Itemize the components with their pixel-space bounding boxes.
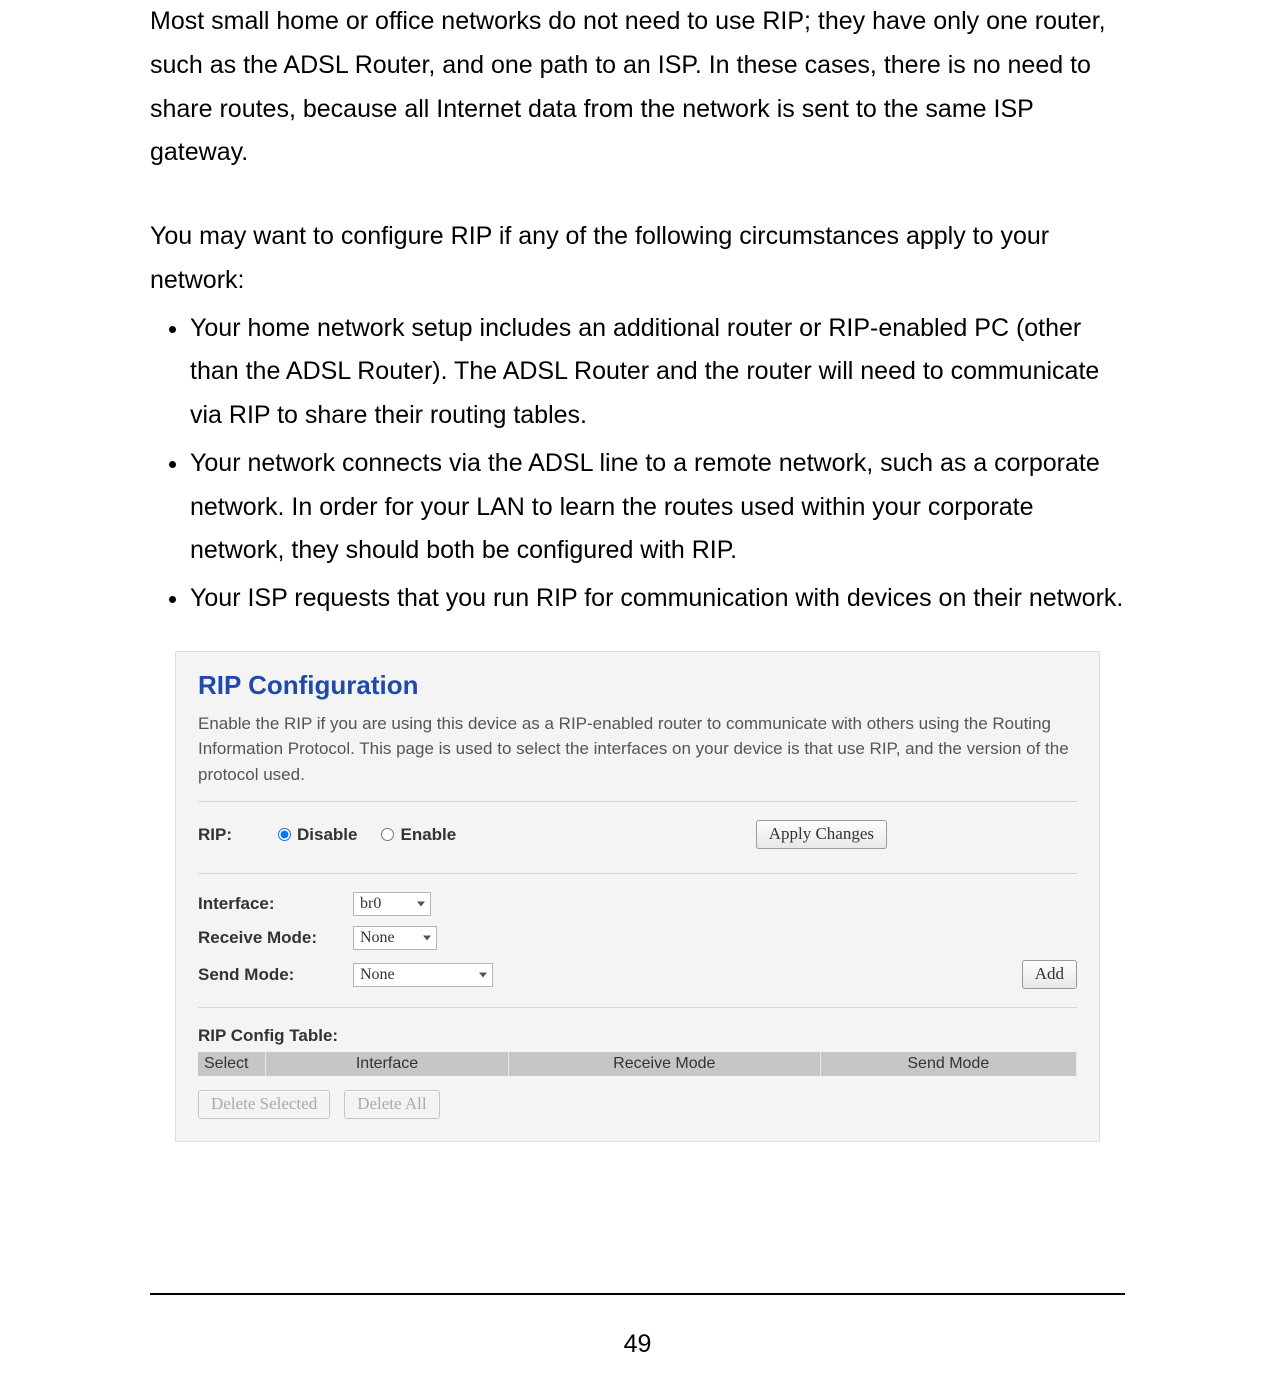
- rip-label: RIP:: [198, 825, 278, 845]
- divider: [198, 801, 1077, 802]
- receive-mode-label: Receive Mode:: [198, 928, 353, 948]
- rip-enable-radio[interactable]: [381, 828, 394, 841]
- col-receive-mode: Receive Mode: [509, 1052, 821, 1076]
- interface-select-value: br0: [360, 895, 381, 913]
- col-interface: Interface: [266, 1052, 509, 1076]
- apply-changes-button[interactable]: Apply Changes: [756, 820, 887, 849]
- col-send-mode: Send Mode: [820, 1052, 1076, 1076]
- rip-config-table: Select Interface Receive Mode Send Mode: [198, 1052, 1077, 1076]
- add-button[interactable]: Add: [1022, 960, 1077, 989]
- bullet-item: Your network connects via the ADSL line …: [190, 442, 1125, 573]
- divider: [198, 873, 1077, 874]
- chevron-down-icon: [423, 936, 431, 941]
- rip-disable-label: Disable: [297, 825, 357, 845]
- page-footer: 49: [150, 1293, 1125, 1359]
- send-mode-select[interactable]: None: [353, 963, 493, 987]
- divider: [198, 1007, 1077, 1008]
- rip-enable-label: Enable: [400, 825, 456, 845]
- chevron-down-icon: [479, 972, 487, 977]
- footer-rule: [150, 1293, 1125, 1295]
- bullet-list: Your home network setup includes an addi…: [150, 307, 1125, 621]
- delete-selected-button[interactable]: Delete Selected: [198, 1090, 330, 1119]
- bullet-item: Your ISP requests that you run RIP for c…: [190, 577, 1125, 621]
- receive-mode-value: None: [360, 929, 395, 947]
- receive-mode-select[interactable]: None: [353, 926, 437, 950]
- rip-enable-option[interactable]: Enable: [381, 825, 456, 845]
- send-mode-row: Send Mode: None Add: [198, 960, 1077, 989]
- receive-mode-row: Receive Mode: None: [198, 926, 1077, 950]
- col-select: Select: [198, 1052, 266, 1076]
- send-mode-value: None: [360, 966, 395, 984]
- paragraph-intro: Most small home or office networks do no…: [150, 0, 1125, 175]
- table-button-row: Delete Selected Delete All: [198, 1090, 1077, 1119]
- page-number: 49: [150, 1330, 1125, 1359]
- interface-select[interactable]: br0: [353, 892, 431, 916]
- interface-row: Interface: br0: [198, 892, 1077, 916]
- panel-description: Enable the RIP if you are using this dev…: [198, 711, 1077, 788]
- delete-all-button[interactable]: Delete All: [344, 1090, 439, 1119]
- rip-enable-row: RIP: Disable Enable Apply Changes: [198, 820, 1077, 849]
- paragraph-lead: You may want to configure RIP if any of …: [150, 215, 1125, 303]
- rip-disable-radio[interactable]: [278, 828, 291, 841]
- rip-config-panel: RIP Configuration Enable the RIP if you …: [175, 651, 1100, 1143]
- interface-label: Interface:: [198, 894, 353, 914]
- rip-config-table-title: RIP Config Table:: [198, 1026, 1077, 1046]
- send-mode-label: Send Mode:: [198, 965, 353, 985]
- chevron-down-icon: [417, 902, 425, 907]
- rip-disable-option[interactable]: Disable: [278, 825, 357, 845]
- bullet-item: Your home network setup includes an addi…: [190, 307, 1125, 438]
- panel-title: RIP Configuration: [198, 670, 1077, 701]
